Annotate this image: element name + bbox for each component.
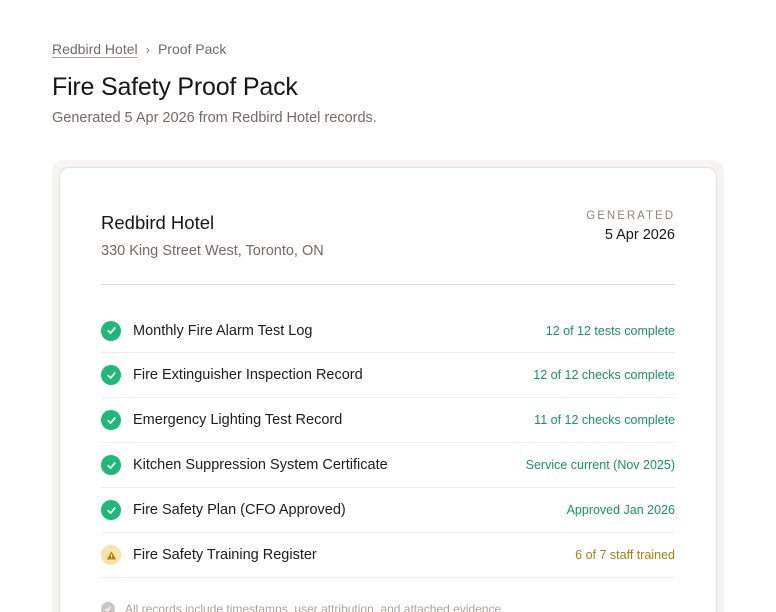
record-name: Kitchen Suppression System Certificate [133, 457, 388, 473]
record-row[interactable]: Fire Safety Plan (CFO Approved) Approved … [101, 488, 675, 533]
breadcrumb-separator-icon: › [145, 41, 150, 57]
footnote-text: All records include timestamps, user att… [125, 602, 505, 612]
record-status: 12 of 12 checks complete [533, 368, 675, 382]
warning-icon [101, 545, 121, 565]
record-name: Fire Safety Training Register [133, 547, 317, 563]
record-row[interactable]: Monthly Fire Alarm Test Log 12 of 12 test… [101, 309, 675, 353]
card-divider [101, 284, 675, 285]
record-name: Fire Extinguisher Inspection Record [133, 367, 363, 383]
record-row[interactable]: Fire Extinguisher Inspection Record 12 of… [101, 353, 675, 398]
generated-date: 5 Apr 2026 [604, 227, 675, 243]
breadcrumb-link-hotel[interactable]: Redbird Hotel [52, 41, 138, 57]
record-status: 6 of 7 staff trained [575, 548, 675, 562]
record-name: Fire Safety Plan (CFO Approved) [133, 502, 346, 518]
footnote: All records include timestamps, user att… [101, 602, 505, 612]
check-circle-icon [101, 410, 121, 430]
breadcrumb-current: Proof Pack [157, 41, 227, 57]
hotel-name: Redbird Hotel [101, 212, 215, 233]
check-circle-icon [101, 455, 121, 475]
hotel-address: 330 King Street West, Toronto, ON [101, 243, 324, 259]
page-subtitle: Generated 5 Apr 2026 from Redbird Hotel … [52, 110, 377, 126]
page-title: Fire Safety Proof Pack [52, 73, 298, 101]
check-circle-icon [101, 500, 121, 520]
record-status: 12 of 12 tests complete [545, 323, 675, 338]
record-name: Monthly Fire Alarm Test Log [133, 322, 313, 339]
proof-pack-card: Redbird Hotel 330 King Street West, Toro… [59, 167, 717, 612]
proof-pack-card-frame: Redbird Hotel 330 King Street West, Toro… [52, 160, 724, 612]
check-circle-icon [101, 320, 121, 341]
records-list: Monthly Fire Alarm Test Log 12 of 12 test… [101, 309, 675, 578]
record-status: 11 of 12 checks complete [534, 413, 675, 427]
record-row[interactable]: Kitchen Suppression System Certificate Se… [101, 443, 675, 488]
breadcrumb: Redbird Hotel › Proof Pack [52, 41, 226, 57]
proof-pack-page: Redbird Hotel › Proof Pack Fire Safety P… [0, 0, 776, 612]
check-circle-icon [101, 365, 121, 385]
record-status: Service current (Nov 2025) [525, 458, 675, 472]
check-circle-icon [101, 602, 115, 612]
record-row[interactable]: Emergency Lighting Test Record 11 of 12 c… [101, 398, 675, 443]
generated-label: GENERATED [586, 210, 675, 222]
record-status: Approved Jan 2026 [566, 503, 675, 517]
record-name: Emergency Lighting Test Record [133, 412, 343, 428]
record-row[interactable]: Fire Safety Training Register 6 of 7 staf… [101, 533, 675, 578]
